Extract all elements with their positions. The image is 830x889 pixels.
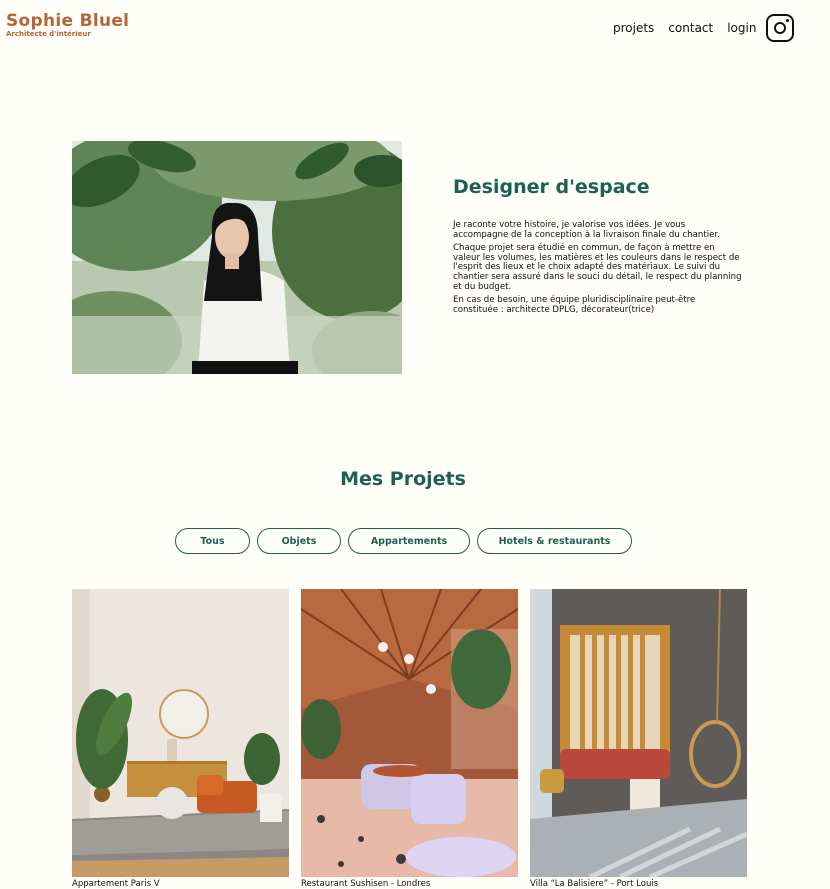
- filter-objets-button[interactable]: Objets: [257, 528, 341, 554]
- portrait-photo: [72, 141, 402, 374]
- projects-title: Mes Projets: [340, 468, 466, 490]
- instagram-icon[interactable]: [766, 14, 794, 42]
- project-image: [301, 589, 518, 877]
- project-caption: Villa “La Balisiere” - Port Louis: [530, 879, 659, 889]
- intro-paragraph: En cas de besoin, une équipe pluridiscip…: [453, 295, 696, 315]
- project-image: [72, 589, 289, 877]
- project-caption: Restaurant Sushisen - Londres: [301, 879, 431, 889]
- intro-paragraph: Chaque projet sera étudié en commun, de …: [453, 243, 742, 292]
- filter-bar: Tous Objets Appartements Hotels & restau…: [175, 528, 632, 554]
- gallery-item[interactable]: Appartement Paris V: [72, 589, 289, 889]
- logo-subtitle: Architecte d'intérieur: [6, 30, 91, 38]
- gallery-item[interactable]: Restaurant Sushisen - Londres: [301, 589, 518, 889]
- filter-hotels-restaurants-button[interactable]: Hotels & restaurants: [477, 528, 632, 554]
- nav-projets[interactable]: projets: [613, 21, 654, 35]
- filter-appartements-button[interactable]: Appartements: [348, 528, 470, 554]
- logo-title: Sophie Bluel: [6, 11, 130, 31]
- intro-paragraph: Je raconte votre histoire, je valorise v…: [453, 220, 720, 240]
- intro-title: Designer d'espace: [453, 176, 650, 198]
- nav-login[interactable]: login: [727, 21, 756, 35]
- main-nav: projets contact login: [613, 21, 756, 35]
- project-image: [530, 589, 747, 877]
- project-caption: Appartement Paris V: [72, 879, 160, 889]
- logo[interactable]: Sophie Bluel Architecte d'intérieur: [6, 12, 129, 38]
- intro-text: Je raconte votre histoire, je valorise v…: [453, 220, 743, 319]
- nav-contact[interactable]: contact: [668, 21, 713, 35]
- filter-tous-button[interactable]: Tous: [175, 528, 250, 554]
- gallery-item[interactable]: Villa “La Balisiere” - Port Louis: [530, 589, 747, 889]
